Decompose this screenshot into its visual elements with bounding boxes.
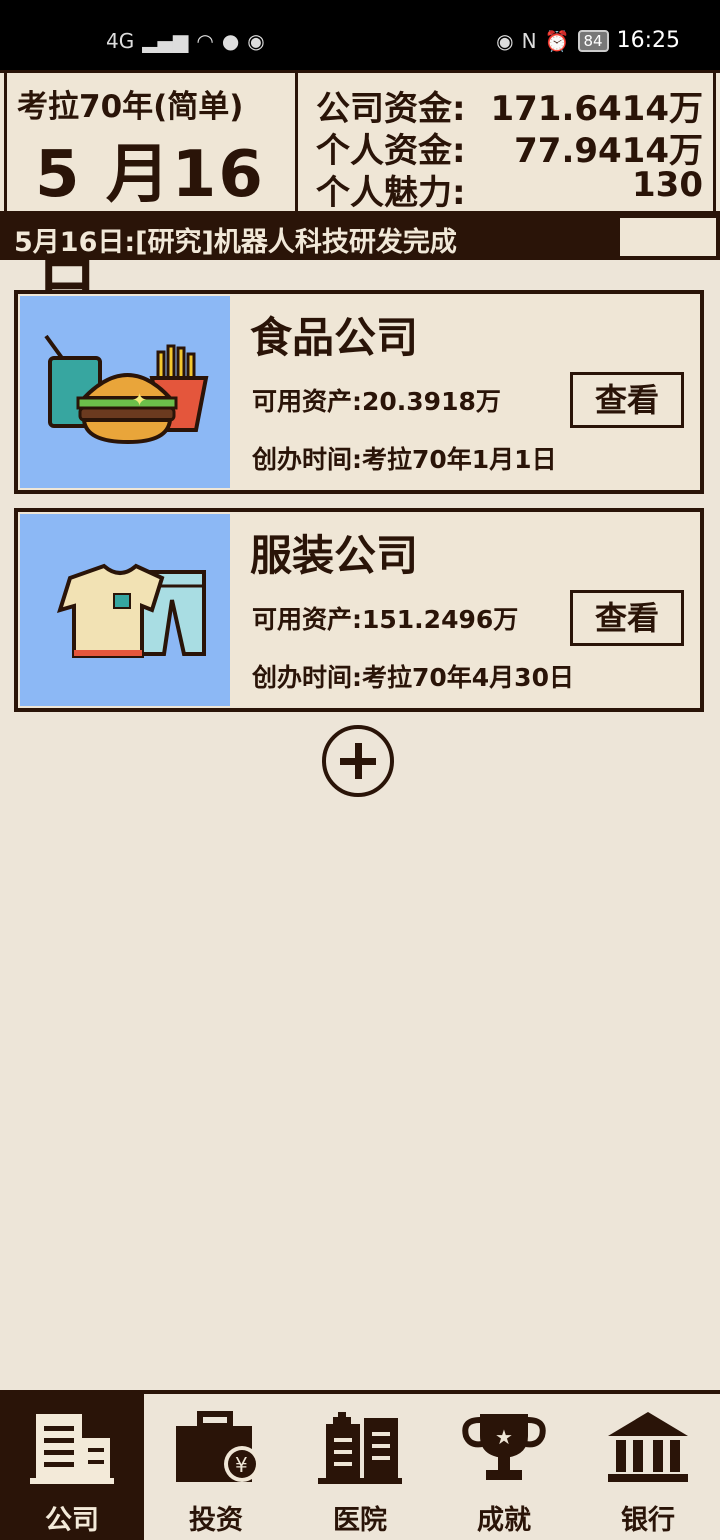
bottom-nav: 公司 ¥ 投资 医院 ★ 成就 银行 bbox=[0, 1390, 720, 1540]
era-label: 考拉70年(简单) bbox=[17, 89, 244, 125]
battery-icon: 84 bbox=[577, 30, 609, 52]
bank-icon bbox=[606, 1410, 690, 1486]
clock: 16:25 bbox=[616, 28, 680, 53]
cellular-bars-icon: ▂▄▆ bbox=[142, 29, 189, 53]
company-card: ✦ 食品公司 可用资产:20.3918万 创办时间:考拉70年1月1日 查看 bbox=[14, 290, 704, 494]
nav-item-investment[interactable]: ¥ 投资 bbox=[144, 1394, 288, 1540]
nav-item-company[interactable]: 公司 bbox=[0, 1394, 144, 1540]
nav-item-hospital[interactable]: 医院 bbox=[288, 1394, 432, 1540]
nav-label: 医院 bbox=[333, 1505, 387, 1536]
nav-label: 投资 bbox=[189, 1505, 243, 1536]
company-name: 服装公司 bbox=[250, 531, 419, 580]
svg-text:✦: ✦ bbox=[132, 390, 147, 411]
funds-panel: 公司资金: 171.6414万 个人资金: 77.9414万 个人魅力: 130 bbox=[300, 73, 716, 213]
app-notification-icon: ◉ bbox=[247, 29, 265, 53]
company-card: 服装公司 可用资产:151.2496万 创办时间:考拉70年4月30日 查看 bbox=[14, 508, 704, 712]
news-tab[interactable] bbox=[620, 218, 716, 256]
view-button[interactable]: 查看 bbox=[570, 372, 684, 428]
svg-text:¥: ¥ bbox=[235, 1453, 248, 1477]
date-panel: 考拉70年(简单) 5 月16 日 bbox=[4, 73, 298, 304]
personal-funds-row: 个人资金: 77.9414万 bbox=[316, 123, 703, 171]
shirt-pants-icon bbox=[20, 514, 230, 706]
hospital-icon bbox=[318, 1410, 402, 1486]
news-text: 5月16日:[研究]机器人科技研发完成 bbox=[14, 227, 457, 258]
company-assets: 可用资产:151.2496万 bbox=[252, 605, 519, 634]
nav-item-bank[interactable]: 银行 bbox=[576, 1394, 720, 1540]
add-company-button[interactable] bbox=[322, 725, 394, 797]
company-assets: 可用资产:20.3918万 bbox=[252, 387, 501, 416]
view-button[interactable]: 查看 bbox=[570, 590, 684, 646]
briefcase-yen-icon: ¥ bbox=[174, 1410, 260, 1486]
nfc-icon: N bbox=[521, 29, 537, 53]
nav-label: 成就 bbox=[477, 1505, 531, 1536]
status-bar: 4G ▂▄▆ ◠ ● ◉ ◉ N ⏰ 84 16:25 bbox=[0, 0, 720, 70]
nav-item-achievements[interactable]: ★ 成就 bbox=[432, 1394, 576, 1540]
company-founded-date: 创办时间:考拉70年1月1日 bbox=[252, 445, 557, 474]
charm-label: 个人魅力: bbox=[316, 173, 466, 213]
game-header: 考拉70年(简单) 5 月16 日 公司资金: 171.6414万 个人资金: … bbox=[0, 70, 720, 304]
wifi-icon: ◠ bbox=[196, 29, 214, 53]
trophy-icon: ★ bbox=[462, 1410, 546, 1486]
burger-fries-drink-icon: ✦ bbox=[20, 296, 230, 488]
wechat-icon: ● bbox=[221, 29, 240, 53]
charm-row: 个人魅力: 130 bbox=[316, 165, 703, 213]
building-icon bbox=[30, 1410, 114, 1486]
news-ticker: 5月16日:[研究]机器人科技研发完成 bbox=[0, 214, 720, 260]
company-founded-date: 创办时间:考拉70年4月30日 bbox=[252, 663, 574, 692]
signal-icon: 4G bbox=[106, 29, 135, 53]
charm-value: 130 bbox=[632, 165, 703, 205]
svg-text:★: ★ bbox=[495, 1425, 513, 1449]
company-funds-row: 公司资金: 171.6414万 bbox=[316, 81, 703, 129]
nav-label: 银行 bbox=[621, 1505, 675, 1536]
company-name: 食品公司 bbox=[250, 313, 419, 362]
eye-icon: ◉ bbox=[496, 29, 514, 53]
nav-label: 公司 bbox=[45, 1505, 99, 1536]
alarm-icon: ⏰ bbox=[544, 29, 570, 53]
